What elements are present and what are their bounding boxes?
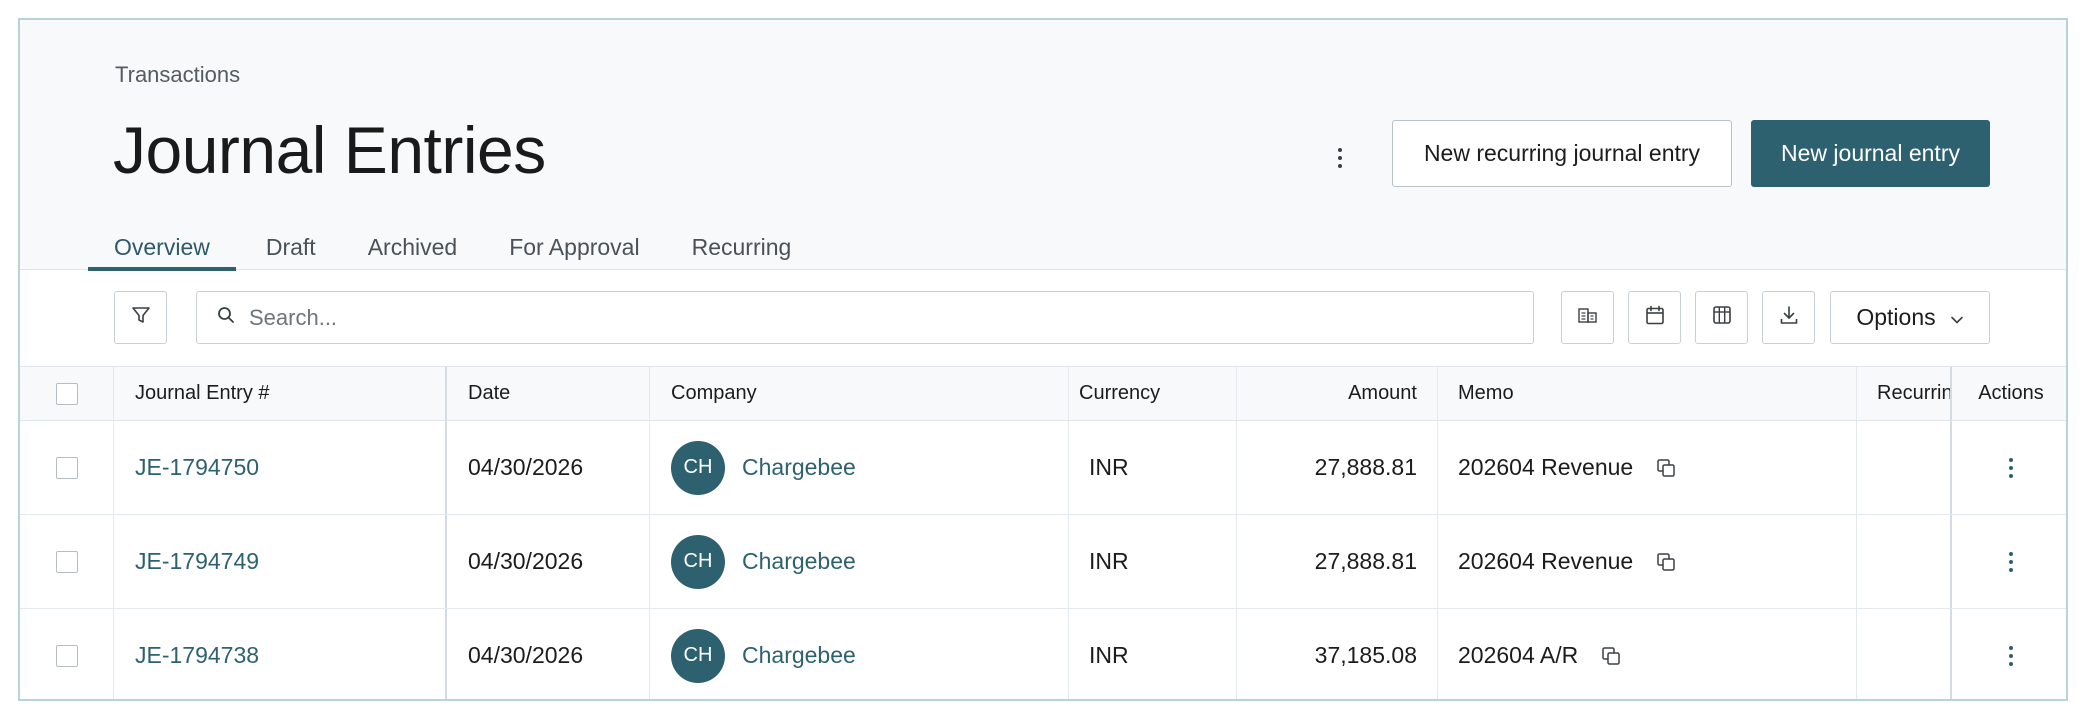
date-filter-button[interactable] bbox=[1628, 291, 1681, 344]
date-cell: 04/30/2026 bbox=[447, 421, 650, 514]
options-label: Options bbox=[1856, 304, 1936, 330]
table-header-row: Journal Entry # Date Company Currency Am… bbox=[20, 367, 2066, 421]
column-header-journal-entry[interactable]: Journal Entry # bbox=[114, 367, 447, 420]
company-link[interactable]: Chargebee bbox=[742, 454, 856, 481]
company-link[interactable]: Chargebee bbox=[742, 642, 856, 669]
je-number-link[interactable]: JE-1794738 bbox=[135, 642, 259, 669]
toolbar: Options bbox=[20, 271, 2066, 367]
avatar: CH bbox=[671, 534, 725, 589]
row-checkbox[interactable] bbox=[55, 644, 78, 667]
column-header-date[interactable]: Date bbox=[447, 367, 650, 420]
copy-icon[interactable] bbox=[1655, 551, 1677, 573]
page-title: Journal Entries bbox=[113, 113, 546, 187]
row-actions-icon[interactable] bbox=[1999, 450, 2023, 486]
amount-cell: 37,185.08 bbox=[1237, 609, 1438, 699]
tab-for-approval[interactable]: For Approval bbox=[483, 210, 665, 270]
tab-overview[interactable]: Overview bbox=[88, 210, 236, 271]
new-recurring-journal-entry-button[interactable]: New recurring journal entry bbox=[1392, 120, 1732, 187]
company-icon bbox=[1577, 305, 1599, 330]
header-checkbox-cell bbox=[20, 367, 114, 420]
copy-icon[interactable] bbox=[1600, 645, 1622, 667]
app-frame: Transactions Journal Entries New recurri… bbox=[18, 18, 2068, 701]
recurring-cell bbox=[1857, 421, 1952, 514]
download-button[interactable] bbox=[1762, 291, 1815, 344]
avatar: CH bbox=[671, 628, 725, 683]
journal-entries-table: Journal Entry # Date Company Currency Am… bbox=[20, 367, 2066, 699]
row-checkbox[interactable] bbox=[55, 550, 78, 573]
memo-cell: 202604 Revenue bbox=[1438, 515, 1857, 608]
new-journal-entry-button[interactable]: New journal entry bbox=[1751, 120, 1990, 187]
chevron-down-icon bbox=[1950, 304, 1964, 331]
tab-bar: Overview Draft Archived For Approval Rec… bbox=[88, 210, 818, 271]
je-number-cell: JE-1794749 bbox=[114, 515, 447, 608]
company-cell: CH Chargebee bbox=[650, 515, 1069, 608]
memo-cell: 202604 Revenue bbox=[1438, 421, 1857, 514]
je-number-link[interactable]: JE-1794750 bbox=[135, 454, 259, 481]
page-header: Transactions Journal Entries New recurri… bbox=[20, 20, 2066, 271]
company-cell: CH Chargebee bbox=[650, 421, 1069, 514]
search-input[interactable] bbox=[249, 304, 1449, 331]
row-actions-icon[interactable] bbox=[1999, 544, 2023, 580]
columns-icon bbox=[1711, 304, 1733, 331]
row-checkbox-cell bbox=[20, 515, 114, 608]
table-row[interactable]: JE-1794750 04/30/2026 CH Chargebee INR 2… bbox=[20, 421, 2066, 515]
column-header-company[interactable]: Company bbox=[650, 367, 1069, 420]
column-header-amount[interactable]: Amount bbox=[1237, 367, 1438, 420]
row-checkbox-cell bbox=[20, 421, 114, 514]
actions-cell bbox=[1952, 421, 2066, 514]
recurring-cell bbox=[1857, 609, 1952, 699]
filter-button[interactable] bbox=[114, 291, 167, 344]
filter-icon bbox=[131, 305, 151, 330]
actions-cell bbox=[1952, 609, 2066, 699]
row-actions-icon[interactable] bbox=[1999, 638, 2023, 674]
column-header-actions: Actions bbox=[1978, 382, 2044, 404]
search-icon bbox=[217, 306, 235, 329]
search-box bbox=[196, 291, 1534, 344]
currency-cell: INR bbox=[1069, 515, 1237, 608]
select-all-checkbox[interactable] bbox=[55, 382, 78, 405]
more-actions-icon[interactable] bbox=[1328, 140, 1352, 176]
breadcrumb[interactable]: Transactions bbox=[115, 62, 240, 88]
je-number-cell: JE-1794738 bbox=[114, 609, 447, 699]
columns-button[interactable] bbox=[1695, 291, 1748, 344]
company-filter-button[interactable] bbox=[1561, 291, 1614, 344]
avatar: CH bbox=[671, 440, 725, 495]
memo-text: 202604 A/R bbox=[1458, 642, 1579, 668]
calendar-icon bbox=[1644, 304, 1666, 331]
options-dropdown[interactable]: Options bbox=[1830, 291, 1990, 344]
tab-recurring[interactable]: Recurring bbox=[666, 210, 818, 270]
currency-cell: INR bbox=[1069, 609, 1237, 699]
table-row[interactable]: JE-1794738 04/30/2026 CH Chargebee INR 3… bbox=[20, 609, 2066, 699]
recurring-cell bbox=[1857, 515, 1952, 608]
column-header-memo[interactable]: Memo bbox=[1438, 367, 1857, 420]
je-number-link[interactable]: JE-1794749 bbox=[135, 548, 259, 575]
copy-icon[interactable] bbox=[1655, 457, 1677, 479]
date-cell: 04/30/2026 bbox=[447, 609, 650, 699]
date-cell: 04/30/2026 bbox=[447, 515, 650, 608]
memo-cell: 202604 A/R bbox=[1438, 609, 1857, 699]
row-checkbox-cell bbox=[20, 609, 114, 699]
amount-cell: 27,888.81 bbox=[1237, 421, 1438, 514]
column-header-recurring[interactable]: Recurring bbox=[1857, 367, 1952, 420]
actions-cell bbox=[1952, 515, 2066, 608]
currency-cell: INR bbox=[1069, 421, 1237, 514]
company-cell: CH Chargebee bbox=[650, 609, 1069, 699]
table-row[interactable]: JE-1794749 04/30/2026 CH Chargebee INR 2… bbox=[20, 515, 2066, 609]
column-header-currency[interactable]: Currency bbox=[1069, 367, 1237, 420]
tab-archived[interactable]: Archived bbox=[342, 210, 483, 270]
company-link[interactable]: Chargebee bbox=[742, 548, 856, 575]
je-number-cell: JE-1794750 bbox=[114, 421, 447, 514]
memo-text: 202604 Revenue bbox=[1458, 548, 1634, 574]
amount-cell: 27,888.81 bbox=[1237, 515, 1438, 608]
tab-draft[interactable]: Draft bbox=[252, 210, 342, 270]
memo-text: 202604 Revenue bbox=[1458, 454, 1634, 480]
row-checkbox[interactable] bbox=[55, 456, 78, 479]
download-icon bbox=[1778, 304, 1800, 331]
